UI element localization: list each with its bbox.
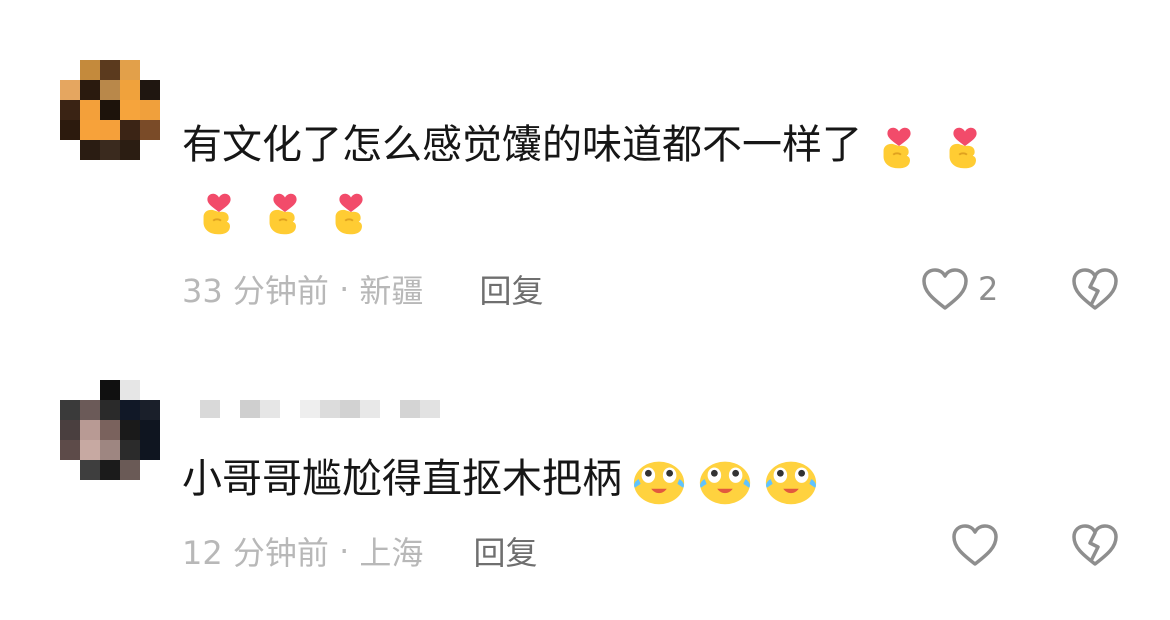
reply-button[interactable]: 回复 [479, 266, 543, 312]
dislike-button[interactable] [1070, 522, 1120, 572]
comment-text: 小哥哥尴尬得直抠木把柄 [182, 446, 1082, 512]
comment-body: 有文化了怎么感觉馕的味道都不一样了 [182, 122, 862, 168]
dislike-button[interactable] [1070, 266, 1120, 316]
finger-heart-icon [870, 118, 928, 176]
username-obscured[interactable] [200, 400, 440, 418]
like-button[interactable]: 2 [920, 266, 998, 312]
separator: · [339, 532, 350, 570]
comment-meta: 12 分钟前 · 上海 回复 [182, 528, 537, 574]
finger-heart-icon [190, 184, 248, 242]
like-button[interactable] [950, 522, 1008, 568]
heart-icon [922, 268, 968, 310]
reply-button[interactable]: 回复 [473, 528, 537, 574]
heart-icon [952, 524, 998, 566]
comment-text: 有文化了怎么感觉馕的味道都不一样了 [182, 112, 1082, 244]
finger-heart-icon [256, 184, 314, 242]
comment-item: 有文化了怎么感觉馕的味道都不一样了 33 分钟前 · 新疆 回复 2 [0, 0, 1170, 330]
location: 上海 [359, 534, 424, 572]
comment-body: 小哥哥尴尬得直抠木把柄 [182, 456, 622, 502]
broken-heart-icon [1072, 524, 1118, 566]
avatar[interactable] [60, 380, 160, 480]
crying-laughing-icon [696, 452, 754, 510]
timestamp: 12 分钟前 [182, 534, 329, 572]
finger-heart-icon [322, 184, 380, 242]
separator: · [339, 270, 350, 308]
broken-heart-icon [1072, 268, 1118, 310]
avatar[interactable] [60, 60, 160, 160]
crying-laughing-icon [630, 452, 688, 510]
finger-heart-icon [936, 118, 994, 176]
location: 新疆 [359, 272, 424, 310]
timestamp: 33 分钟前 [182, 272, 329, 310]
comment-meta: 33 分钟前 · 新疆 回复 [182, 266, 543, 312]
like-count: 2 [978, 270, 999, 308]
crying-laughing-icon [762, 452, 820, 510]
comment-item: 小哥哥尴尬得直抠木把柄 12 分钟前 · 上海 回复 [0, 370, 1170, 600]
